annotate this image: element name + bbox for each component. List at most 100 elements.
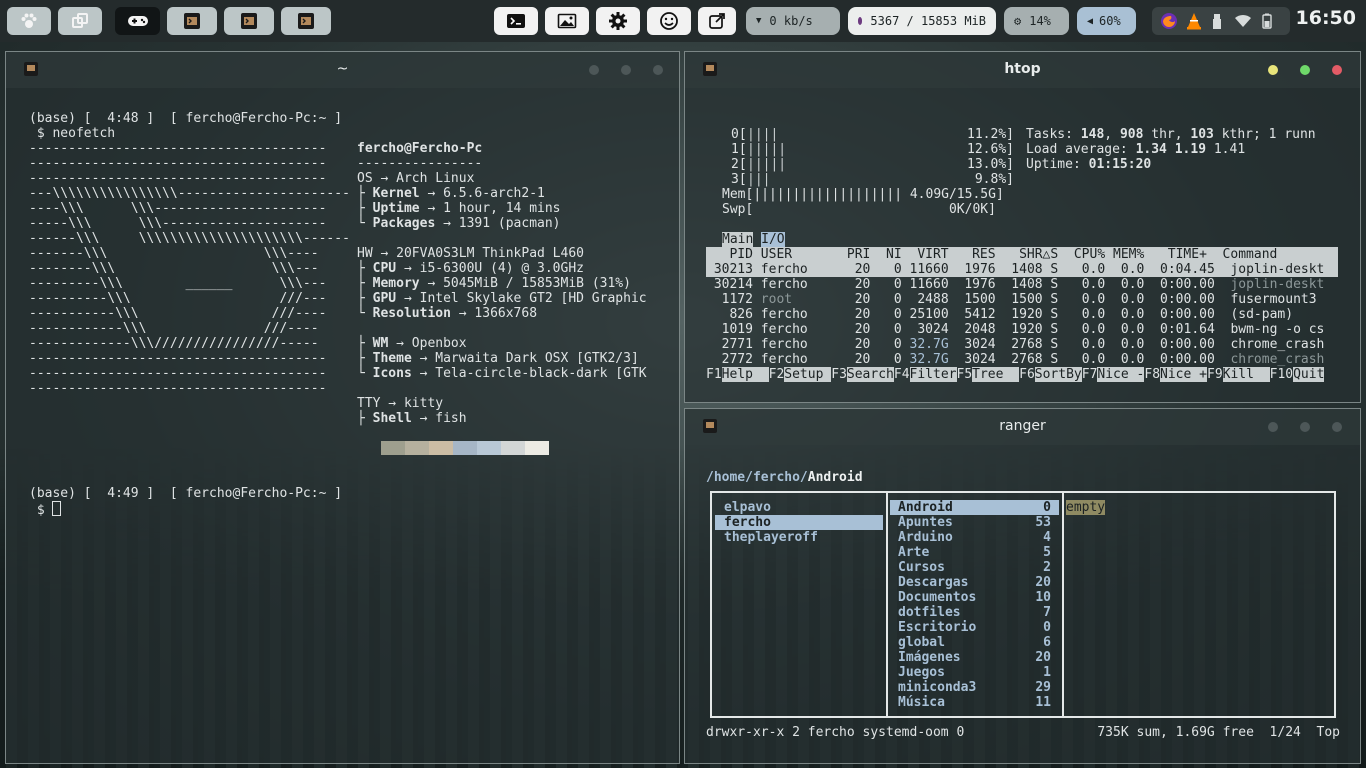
ranger-parent-item[interactable]: fercho <box>715 515 883 530</box>
ranger-item-name: elpavo <box>724 500 771 515</box>
ranger-dir-item[interactable]: miniconda3 29 <box>890 680 1059 695</box>
maximize-button[interactable] <box>1300 422 1310 432</box>
terminal-launcher-icon[interactable] <box>494 7 538 35</box>
tab-io[interactable]: I/O <box>761 232 785 247</box>
htop-tabs: Main I/O <box>722 232 785 247</box>
process-row[interactable]: 1172 root 20 0 2488 1500 1500 S 0.0 0.0 … <box>706 292 1338 307</box>
function-key-label[interactable]: Nice - <box>1097 367 1145 382</box>
gamepad-icon[interactable] <box>115 7 160 35</box>
ranger-item-name: theplayeroff <box>724 530 818 545</box>
process-row[interactable]: 826 fercho 20 0 25100 5412 1920 S 0.0 0.… <box>706 307 1338 322</box>
window-titlebar[interactable]: htop <box>685 52 1360 88</box>
close-button[interactable] <box>1332 422 1342 432</box>
process-table-header[interactable]: PID USER PRI NI VIRT RES SHR△S CPU% MEM%… <box>706 247 1338 262</box>
usb-icon[interactable] <box>1210 13 1224 29</box>
terminal-icon[interactable] <box>167 7 217 35</box>
minimize-button[interactable] <box>1268 65 1278 75</box>
parent-column: elpavo fercho theplayeroff <box>715 500 883 545</box>
command-text: $ neofetch <box>29 126 116 141</box>
function-key-label[interactable]: Filter <box>909 367 957 382</box>
cpu-widget[interactable]: ⚙ 14% <box>1004 7 1069 35</box>
ranger-item-count: 11 <box>1035 695 1051 710</box>
ranger-dir-item[interactable]: Arte 5 <box>890 545 1059 560</box>
function-key-label[interactable]: Setup <box>784 367 832 382</box>
info-value: fish <box>435 411 467 426</box>
virt-cell: 32.7G <box>901 352 949 367</box>
ranger-parent-item[interactable]: elpavo <box>715 500 883 515</box>
info-key: OS <box>357 171 373 186</box>
path-prefix: /home/fercho/ <box>706 470 808 485</box>
paw-icon[interactable] <box>7 7 51 35</box>
battery-icon[interactable] <box>1262 13 1272 29</box>
ranger-dir-item[interactable]: global 6 <box>890 635 1059 650</box>
close-button[interactable] <box>1332 65 1342 75</box>
info-key: Kernel <box>372 186 420 201</box>
process-row[interactable]: 30214 fercho 20 0 11660 1976 1408 S 0.0 … <box>706 277 1338 292</box>
volume-widget[interactable]: ◀ 60% <box>1077 7 1136 35</box>
function-key-label[interactable]: Nice + <box>1160 367 1207 382</box>
cpu-label: 3[ <box>731 172 747 187</box>
ranger-dir-item[interactable]: Apuntes 53 <box>890 515 1059 530</box>
smiley-icon[interactable] <box>647 7 691 35</box>
ranger-item-name: fercho <box>724 515 771 530</box>
input-line[interactable]: $ <box>29 501 62 518</box>
htop-terminal-window[interactable]: htop 0[|||| 11.2%] 1[||||| 12.6%] 2[||||| 13.… <box>684 51 1361 403</box>
process-row[interactable]: 1019 fercho 20 0 3024 2048 1920 S 0.0 0.… <box>706 322 1338 337</box>
ascii-art-line: -------------------------------------- <box>29 156 327 171</box>
image-icon[interactable] <box>545 7 589 35</box>
minimize-button[interactable] <box>589 65 599 75</box>
ranger-dir-item[interactable]: Juegos 1 <box>890 665 1059 680</box>
external-link-icon[interactable] <box>698 7 736 35</box>
ranger-dir-item[interactable]: Imágenes 20 <box>890 650 1059 665</box>
terminal-icon[interactable] <box>224 7 274 35</box>
minimize-button[interactable] <box>1268 422 1278 432</box>
process-row[interactable]: 2771 fercho 20 0 32.7G 3024 2768 S 0.0 0… <box>706 337 1338 352</box>
process-row[interactable]: 2772 fercho 20 0 32.7G 3024 2768 S 0.0 0… <box>706 352 1338 367</box>
ranger-dir-item[interactable]: Cursos 2 <box>890 560 1059 575</box>
cpu-cell: 0.0 0.0 <box>1073 262 1145 277</box>
ranger-terminal-window[interactable]: ranger /home/fercho/Android elpavo fercho… <box>684 408 1361 764</box>
wifi-icon[interactable] <box>1234 14 1252 28</box>
function-key-label[interactable]: SortBy <box>1034 367 1082 382</box>
ranger-dir-item[interactable]: Descargas 20 <box>890 575 1059 590</box>
ascii-art-line: -------------\\\////////////////----- <box>29 336 319 351</box>
function-key-label[interactable]: Search <box>846 367 894 382</box>
mem-bar: ||||||||||||||||||| 4.09G/15.5G] <box>753 187 1004 202</box>
time-cell: 0:00.00 <box>1144 352 1231 367</box>
neofetch-terminal-window[interactable]: ~ (base) [ 4:48 ] [ fercho@Fercho-Pc:~ ]… <box>5 51 680 764</box>
firefox-icon[interactable] <box>1160 12 1178 30</box>
palette-swatch <box>405 441 429 455</box>
ranger-parent-item[interactable]: theplayeroff <box>715 530 883 545</box>
ranger-dir-item[interactable]: Android 0 <box>890 500 1059 515</box>
clock: 16:50 <box>1295 7 1356 29</box>
window-titlebar[interactable]: ~ <box>6 52 679 88</box>
gear-icon[interactable] <box>596 7 640 35</box>
function-key-label[interactable]: Kill <box>1222 367 1270 382</box>
window-titlebar[interactable]: ranger <box>685 409 1360 445</box>
network-speed-widget[interactable]: ▼ 0 kb/s <box>746 7 840 35</box>
maximize-button[interactable] <box>621 65 631 75</box>
ranger-item-count: 20 <box>1035 575 1051 590</box>
ranger-dir-item[interactable]: Música 11 <box>890 695 1059 710</box>
info-value: kitty <box>403 396 444 411</box>
ranger-dir-item[interactable]: Documentos 10 <box>890 590 1059 605</box>
process-row[interactable]: 30213 fercho 20 0 11660 1976 1408 S 0.0 … <box>706 262 1338 277</box>
prompt-line: (base) [ 4:48 ] [ fercho@Fercho-Pc:~ ] <box>29 111 342 126</box>
cpu-cell: 0.0 0.0 <box>1073 322 1145 337</box>
function-key-label[interactable]: Quit <box>1293 367 1325 382</box>
ranger-dir-item[interactable]: Arduino 4 <box>890 530 1059 545</box>
ranger-dir-item[interactable]: Escritorio 0 <box>890 620 1059 635</box>
palette-swatch <box>477 441 501 455</box>
ranger-dir-item[interactable]: dotfiles 7 <box>890 605 1059 620</box>
close-button[interactable] <box>653 65 663 75</box>
res-cell: 1500 1500 S <box>948 292 1074 307</box>
tab-main[interactable]: Main <box>722 232 754 247</box>
terminal-icon[interactable] <box>281 7 331 35</box>
maximize-button[interactable] <box>1300 65 1310 75</box>
windows-icon[interactable] <box>58 7 102 35</box>
function-key-label[interactable]: Tree <box>972 367 1020 382</box>
memory-label: 5367 / 15853 MiB <box>870 14 986 28</box>
memory-widget[interactable]: 5367 / 15853 MiB <box>848 7 996 35</box>
vlc-icon[interactable] <box>1186 12 1202 30</box>
function-key-label[interactable]: Help <box>721 367 769 382</box>
